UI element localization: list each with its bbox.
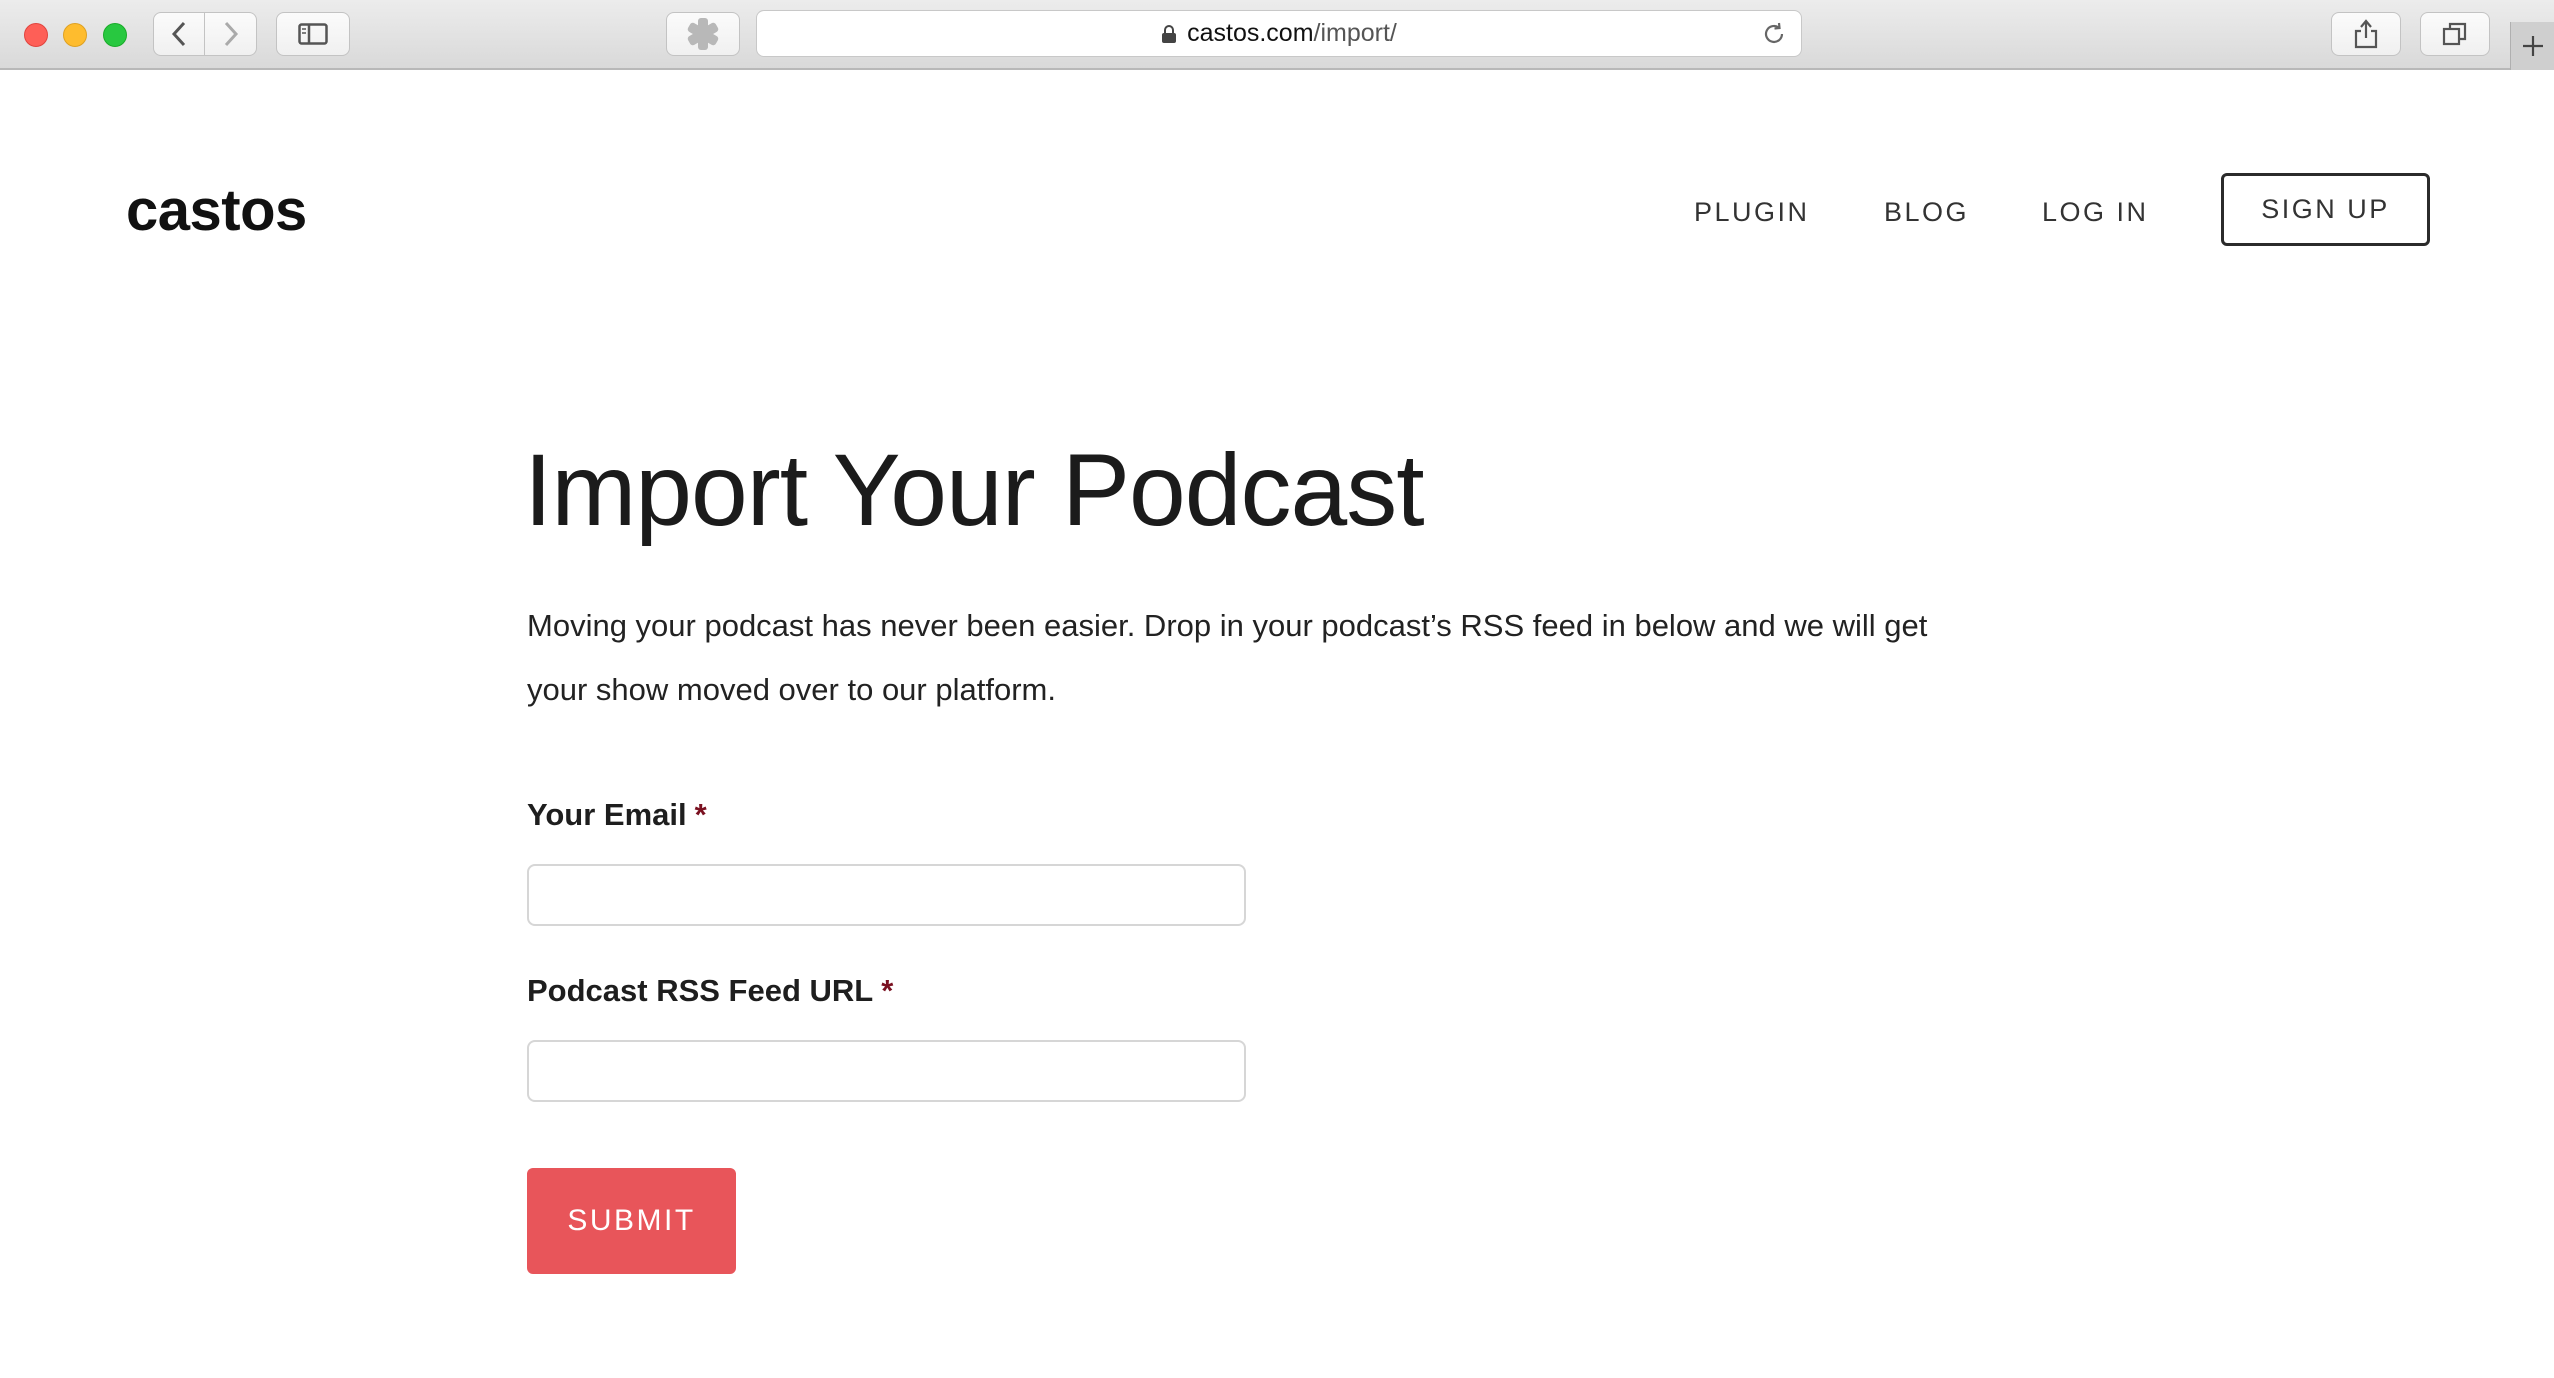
nav-blog-link[interactable]: BLOG [1884,194,1969,230]
signup-button[interactable]: SIGN UP [2221,173,2430,246]
nav-plugin-link[interactable]: PLUGIN [1694,194,1810,230]
chevron-right-icon [224,21,238,47]
address-bar[interactable]: castos.com/import/ [756,10,1802,57]
sidebar-toggle-button[interactable] [276,12,350,56]
required-marker: * [881,973,894,1008]
lock-icon [1161,24,1177,44]
url-path: /import/ [1313,19,1397,47]
plus-icon [2522,36,2543,56]
tabs-icon [2442,22,2467,46]
window-maximize-button[interactable] [103,23,127,47]
email-label-text: Your Email [527,797,687,832]
url-host: castos.com [1187,19,1314,47]
back-button[interactable] [153,12,205,56]
window-minimize-button[interactable] [63,23,87,47]
rss-feed-url-field[interactable] [527,1040,1246,1102]
nav-login-link[interactable]: LOG IN [2042,194,2149,230]
site-logo[interactable]: castos [126,176,307,246]
asterisk-icon [687,18,719,50]
email-label: Your Email * [527,795,707,835]
required-marker: * [694,797,707,832]
browser-toolbar: castos.com/import/ [0,0,2554,70]
forward-button[interactable] [205,12,257,56]
rss-label: Podcast RSS Feed URL * [527,971,893,1011]
share-icon [2354,19,2378,49]
email-field[interactable] [527,864,1246,926]
share-button[interactable] [2331,12,2401,56]
sidebar-icon [298,23,328,45]
new-tab-button[interactable] [2510,22,2554,70]
intro-text: Moving your podcast has never been easie… [527,608,1928,707]
reload-icon[interactable] [1761,21,1787,47]
rss-label-text: Podcast RSS Feed URL [527,973,874,1008]
page-title: Import Your Podcast [524,433,1425,547]
extension-button[interactable] [666,12,740,56]
tab-overview-button[interactable] [2420,12,2490,56]
window-close-button[interactable] [24,23,48,47]
chevron-left-icon [171,21,186,47]
submit-button[interactable]: SUBMIT [527,1168,736,1274]
